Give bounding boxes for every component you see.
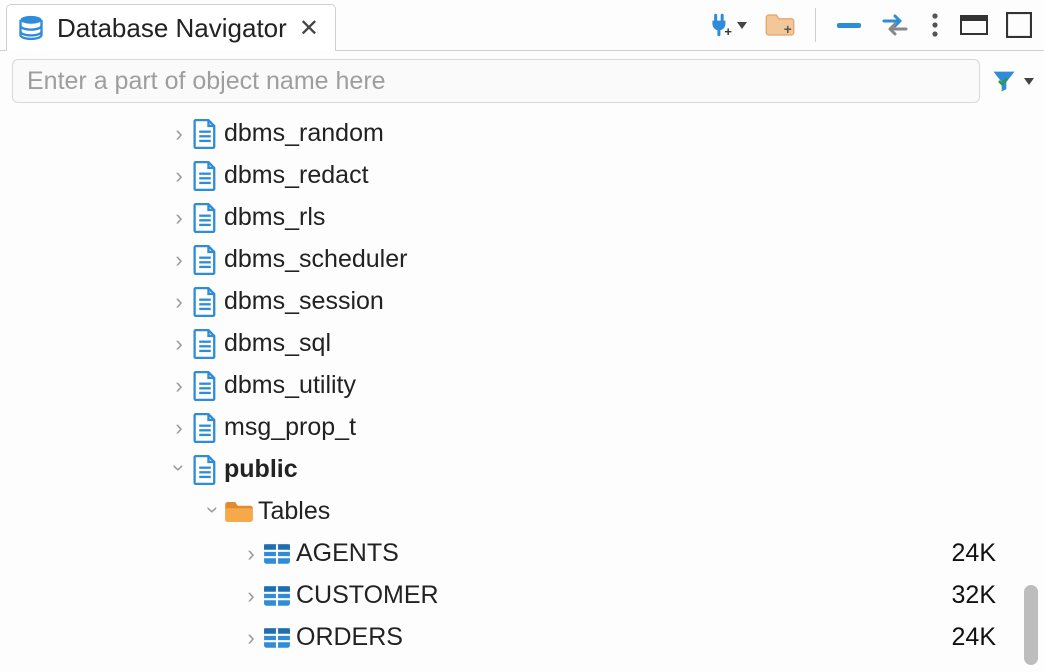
chevron-right-icon[interactable]: ›: [168, 287, 190, 317]
table-icon: [262, 543, 292, 565]
chevron-right-icon[interactable]: ›: [240, 623, 262, 653]
new-connection-button[interactable]: +: [707, 12, 747, 38]
search-row: [0, 51, 1044, 109]
schema-icon: [190, 161, 220, 191]
table-node[interactable]: › AGENTS 24K: [0, 533, 1044, 575]
new-folder-button[interactable]: +: [765, 12, 795, 38]
schema-node[interactable]: › dbms_sql: [0, 323, 1044, 365]
schema-icon: [190, 329, 220, 359]
schema-label: dbms_random: [220, 117, 384, 151]
panel-tabbar: Database Navigator ✕ + +: [0, 0, 1044, 51]
more-icon[interactable]: [928, 11, 942, 39]
chevron-down-icon[interactable]: ›: [164, 457, 194, 479]
table-label: AGENTS: [292, 537, 399, 571]
folder-icon: [224, 500, 254, 524]
swap-icon[interactable]: [880, 14, 910, 36]
schema-node[interactable]: › msg_prop_t: [0, 407, 1044, 449]
schema-label: dbms_session: [220, 285, 384, 319]
schema-icon: [190, 119, 220, 149]
filter-icon: [990, 67, 1018, 95]
chevron-right-icon[interactable]: ›: [168, 119, 190, 149]
table-icon: [262, 627, 292, 649]
scrollbar-thumb[interactable]: [1024, 585, 1038, 665]
chevron-right-icon[interactable]: ›: [240, 539, 262, 569]
chevron-right-icon[interactable]: ›: [168, 203, 190, 233]
schema-icon: [190, 413, 220, 443]
schema-node-public[interactable]: › public: [0, 449, 1044, 491]
schema-label: dbms_redact: [220, 159, 369, 193]
close-icon[interactable]: ✕: [299, 14, 319, 43]
schema-label: dbms_utility: [220, 369, 356, 403]
navigator-tree[interactable]: › dbms_random › dbms_redact › dbms_rls ›…: [0, 109, 1044, 671]
schema-node[interactable]: › dbms_rls: [0, 197, 1044, 239]
table-size: 24K: [952, 537, 996, 571]
panel-toolbar: + +: [707, 8, 1032, 42]
table-node[interactable]: › ORDERS 24K: [0, 617, 1044, 659]
scrollbar[interactable]: [1024, 223, 1042, 671]
table-size: 24K: [952, 621, 996, 655]
schema-icon: [190, 455, 220, 485]
chevron-down-icon: [1024, 78, 1034, 85]
schema-icon: [190, 203, 220, 233]
table-label: CUSTOMER: [292, 579, 439, 613]
schema-label: dbms_scheduler: [220, 243, 407, 277]
schema-label: dbms_sql: [220, 327, 331, 361]
schema-node[interactable]: › dbms_session: [0, 281, 1044, 323]
filter-button[interactable]: [990, 67, 1034, 95]
search-input[interactable]: [12, 59, 980, 103]
table-label: ORDERS: [292, 621, 403, 655]
table-icon: [262, 585, 292, 607]
chevron-right-icon[interactable]: ›: [240, 581, 262, 611]
plug-icon: +: [707, 12, 733, 38]
chevron-right-icon[interactable]: ›: [168, 371, 190, 401]
schema-label: public: [220, 453, 298, 487]
tab-database-navigator[interactable]: Database Navigator ✕: [6, 4, 336, 51]
svg-text:+: +: [724, 24, 732, 38]
add-folder-icon: +: [765, 12, 795, 38]
schema-node[interactable]: › dbms_utility: [0, 365, 1044, 407]
chevron-right-icon[interactable]: ›: [168, 245, 190, 275]
svg-text:+: +: [784, 22, 792, 37]
chevron-right-icon[interactable]: ›: [168, 161, 190, 191]
schema-icon: [190, 287, 220, 317]
schema-node[interactable]: › dbms_redact: [0, 155, 1044, 197]
schema-label: dbms_rls: [220, 201, 325, 235]
schema-icon: [190, 371, 220, 401]
schema-node[interactable]: › dbms_random: [0, 113, 1044, 155]
chevron-right-icon[interactable]: ›: [168, 413, 190, 443]
toolbar-separator: [815, 8, 816, 42]
database-icon: [17, 14, 45, 42]
tables-folder[interactable]: › Tables: [0, 491, 1044, 533]
schema-icon: [190, 245, 220, 275]
schema-label: msg_prop_t: [220, 411, 356, 445]
folder-label: Tables: [254, 495, 330, 529]
frame-min-icon[interactable]: [960, 15, 988, 35]
chevron-right-icon[interactable]: ›: [168, 329, 190, 359]
table-node[interactable]: › CUSTOMER 32K: [0, 575, 1044, 617]
chevron-down-icon: [737, 22, 747, 29]
tab-title: Database Navigator: [57, 13, 287, 44]
chevron-down-icon[interactable]: ›: [198, 499, 228, 521]
frame-max-icon[interactable]: [1006, 12, 1032, 38]
table-size: 32K: [952, 579, 996, 613]
schema-node[interactable]: › dbms_scheduler: [0, 239, 1044, 281]
minimize-icon[interactable]: [836, 18, 862, 32]
